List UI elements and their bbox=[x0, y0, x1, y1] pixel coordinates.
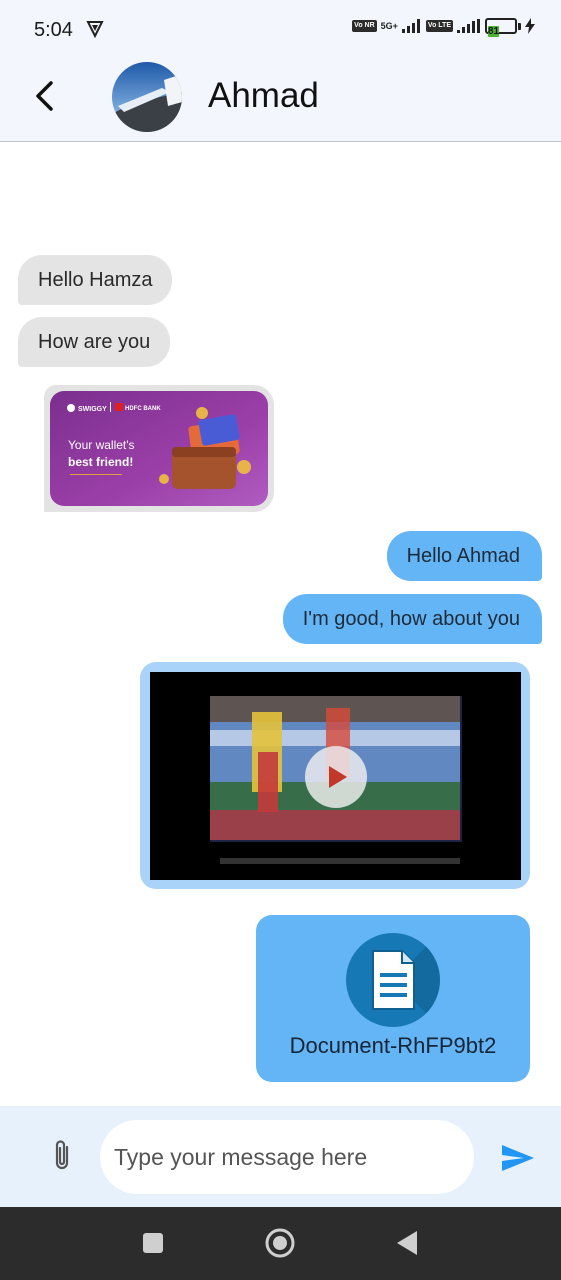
vpn-shield-icon bbox=[86, 21, 104, 38]
send-icon bbox=[502, 1145, 534, 1171]
chat-header: Ahmad bbox=[0, 60, 561, 142]
battery-level: 81 bbox=[488, 26, 500, 37]
video-message[interactable] bbox=[140, 662, 530, 889]
promo-brand-1: SWIGGY bbox=[78, 406, 107, 413]
volte-badge-lte: Vo LTE bbox=[425, 20, 453, 32]
volte-badge-nr: Vo NR bbox=[352, 20, 377, 32]
square-icon bbox=[143, 1233, 163, 1253]
status-time: 5:04 bbox=[34, 19, 73, 41]
attach-button[interactable] bbox=[44, 1136, 80, 1176]
paperclip-icon bbox=[55, 1140, 69, 1170]
play-button[interactable] bbox=[305, 746, 367, 808]
signal-strength-icon-2 bbox=[457, 19, 480, 33]
network-type-label: 5G+ bbox=[380, 21, 398, 31]
back-button[interactable] bbox=[26, 74, 62, 118]
play-icon bbox=[329, 766, 347, 788]
chevron-left-icon bbox=[36, 81, 53, 111]
status-indicators: Vo NR 5G+ Vo LTE 81 bbox=[352, 18, 535, 37]
message-outgoing-1: Hello Ahmad bbox=[386, 531, 542, 581]
nav-back-button[interactable] bbox=[389, 1225, 425, 1261]
message-input[interactable] bbox=[100, 1120, 474, 1194]
circle-icon bbox=[265, 1228, 295, 1258]
battery-indicator: 81 bbox=[485, 18, 521, 37]
document-icon-badge bbox=[346, 933, 440, 1027]
contact-name: Ahmad bbox=[208, 76, 319, 115]
promo-image: SWIGGY HDFC BANK Your wallet's best frie… bbox=[50, 391, 268, 506]
document-icon bbox=[372, 933, 440, 1027]
message-incoming-2: How are you bbox=[18, 317, 171, 367]
triangle-left-icon bbox=[397, 1231, 417, 1255]
charging-bolt-icon bbox=[525, 18, 535, 34]
nav-home-button[interactable] bbox=[262, 1225, 298, 1261]
contact-avatar[interactable] bbox=[112, 62, 182, 132]
message-list[interactable]: Hello Hamza How are you SWIGGY HDFC BANK… bbox=[0, 142, 561, 1106]
message-composer bbox=[0, 1106, 561, 1207]
nav-recents-button[interactable] bbox=[135, 1225, 171, 1261]
image-message[interactable]: SWIGGY HDFC BANK Your wallet's best frie… bbox=[44, 385, 274, 512]
promo-headline-2: best friend! bbox=[68, 455, 133, 469]
send-button[interactable] bbox=[498, 1140, 538, 1176]
promo-brand-2: HDFC BANK bbox=[125, 406, 161, 412]
avatar-photo bbox=[112, 62, 182, 132]
document-message[interactable]: Document-RhFP9bt2 bbox=[256, 915, 530, 1082]
video-thumbnail bbox=[150, 672, 521, 880]
message-incoming-1: Hello Hamza bbox=[18, 255, 173, 305]
status-bar: 5:04 Vo NR 5G+ Vo LTE 81 bbox=[0, 0, 561, 60]
system-nav-bar bbox=[0, 1207, 561, 1280]
document-file-name: Document-RhFP9bt2 bbox=[289, 1033, 497, 1058]
signal-strength-icon bbox=[401, 19, 420, 33]
promo-headline-1: Your wallet's bbox=[68, 438, 135, 452]
message-outgoing-2: I'm good, how about you bbox=[282, 594, 542, 644]
